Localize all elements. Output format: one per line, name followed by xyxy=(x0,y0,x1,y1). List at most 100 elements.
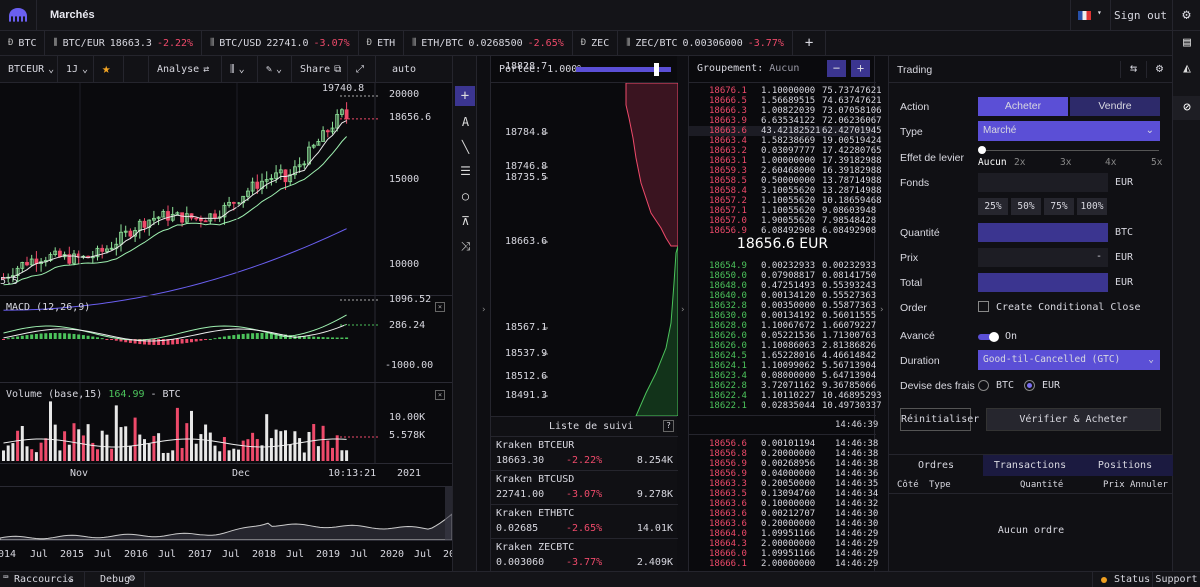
collapse-arrow-icon[interactable]: › xyxy=(680,305,685,315)
funds-input[interactable] xyxy=(978,173,1108,192)
quantity-input[interactable] xyxy=(978,223,1108,242)
ask-row[interactable]: 18666.3 1.00822039 73.07058106 xyxy=(689,106,882,116)
ask-row[interactable]: 18663.9 6.63534122 72.06236067 xyxy=(689,116,882,126)
fullscreen-icon[interactable]: ⤢ xyxy=(348,55,376,83)
leverage-slider[interactable] xyxy=(981,150,1159,151)
sign-out-button[interactable]: Sign out xyxy=(1110,0,1170,31)
fib-tool-icon[interactable]: ⊼ xyxy=(453,214,478,228)
circle-tool-icon[interactable]: ○ xyxy=(453,189,478,203)
watchlist-item[interactable]: Kraken ZECBTC 0.003060 -3.77% 2.409K xyxy=(491,539,678,573)
plus-icon[interactable]: + xyxy=(455,86,475,106)
bid-row[interactable]: 18632.8 0.00350000 0.55877363 xyxy=(689,301,876,311)
bid-row[interactable]: 18648.0 0.47251493 0.55393243 xyxy=(689,281,876,291)
ticker-item[interactable]: Ð ETH xyxy=(359,30,405,56)
minus-icon[interactable]: − xyxy=(827,60,846,77)
close-icon[interactable]: × xyxy=(435,390,445,400)
slider-handle[interactable] xyxy=(654,63,659,76)
navigator-area[interactable] xyxy=(0,513,452,541)
bid-row[interactable]: 18622.4 1.10110227 10.46895293 xyxy=(689,391,882,401)
ticker-item[interactable]: ⫼ ZEC/BTC 0.00306000 -3.77% xyxy=(618,30,793,56)
ask-row[interactable]: 18663.6 43.42182521 62.42701945 xyxy=(689,126,882,136)
leverage-tick[interactable]: 3x xyxy=(1060,157,1071,168)
ask-row[interactable]: 18658.4 3.10055620 13.28714988 xyxy=(689,186,882,196)
chart-canvas[interactable] xyxy=(0,83,452,571)
bid-row[interactable]: 18640.0 0.00134120 0.55527363 xyxy=(689,291,876,301)
measure-tool-icon[interactable]: ⤨ xyxy=(453,239,478,254)
sell-button[interactable]: Vendre xyxy=(1070,97,1160,116)
bid-row[interactable]: 18650.0 0.07908817 0.08141750 xyxy=(689,271,876,281)
gear-icon[interactable]: ⚙ xyxy=(1172,0,1200,31)
ticker-item[interactable]: Ð BTC xyxy=(0,30,46,56)
duration-select[interactable]: Good-til-Cancelled (GTC) ⌄ xyxy=(978,350,1160,370)
scale-mode-button[interactable]: auto xyxy=(376,56,432,83)
ticker-item[interactable]: ⫼ BTC/USD 22741.0 -3.07% xyxy=(202,30,359,56)
fee-btc-radio[interactable] xyxy=(978,380,989,391)
debug-button[interactable]: Debug ⚙ xyxy=(85,572,145,587)
percent-button[interactable]: 100% xyxy=(1077,198,1107,215)
draw-selector[interactable]: ✎ ⌄ xyxy=(258,55,292,83)
bid-row[interactable]: 18654.9 0.00232933 0.00232933 xyxy=(689,261,876,271)
navigator-window[interactable] xyxy=(445,486,452,540)
bell-icon[interactable]: ◭ xyxy=(1173,61,1200,76)
ask-row[interactable]: 18663.1 1.00000000 17.39182988 xyxy=(689,156,882,166)
collapse-arrow-icon[interactable]: › xyxy=(481,305,486,315)
bid-row[interactable]: 18622.1 0.02835044 10.49730337 xyxy=(689,401,882,411)
tab-transactions[interactable]: Transactions xyxy=(983,455,1077,476)
leverage-tick[interactable]: Aucun xyxy=(978,157,1007,168)
analyse-button[interactable]: Analyse ⇄ xyxy=(148,55,222,83)
ask-row[interactable]: 18658.5 0.50000000 13.78714988 xyxy=(689,176,882,186)
add-ticker-icon[interactable]: + xyxy=(793,30,827,56)
star-icon[interactable]: ★ xyxy=(94,55,124,83)
close-icon[interactable]: × xyxy=(435,302,445,312)
bid-row[interactable]: 18626.0 0.05221536 1.71300763 xyxy=(689,331,876,341)
total-input[interactable] xyxy=(978,273,1108,292)
verify-buy-button[interactable]: Vérifier & Acheter xyxy=(986,408,1161,431)
bid-row[interactable]: 18622.8 3.72071162 9.36785066 xyxy=(689,381,876,391)
kraken-logo-icon[interactable] xyxy=(8,7,28,23)
ask-row[interactable]: 18657.2 1.10055620 10.18659468 xyxy=(689,196,882,206)
ticker-item[interactable]: Ð ZEC xyxy=(573,30,619,56)
pair-selector[interactable]: BTCEUR ⌄ xyxy=(0,55,58,83)
watchlist-item[interactable]: Kraken BTCUSD 22741.00 -3.07% 9.278K xyxy=(491,471,678,505)
leverage-handle[interactable] xyxy=(978,146,986,154)
ticker-item[interactable]: ⫼ ETH/BTC 0.0268500 -2.65% xyxy=(404,30,573,56)
bid-row[interactable]: 18624.5 1.65228016 4.46614842 xyxy=(689,351,876,361)
horizontal-lines-icon[interactable]: ☰ xyxy=(453,164,478,178)
status-button[interactable]: Status xyxy=(1092,572,1152,587)
ask-row[interactable]: 18663.4 1.58238669 19.00519424 xyxy=(689,136,882,146)
shortcuts-button[interactable]: ⌨ Raccourcis ⌄ xyxy=(0,572,85,587)
bid-row[interactable]: 18623.4 0.08000000 5.64713904 xyxy=(689,371,876,381)
ask-row[interactable]: 18659.3 2.60468000 16.39182988 xyxy=(689,166,882,176)
leverage-tick[interactable]: 5x xyxy=(1151,157,1162,168)
ask-row[interactable]: 18676.1 1.10000000 75.73747621 xyxy=(689,86,882,96)
conditional-close-checkbox[interactable] xyxy=(978,301,989,312)
ticker-item[interactable]: ⫼ BTC/EUR 18663.3 -2.22% xyxy=(45,30,203,56)
range-slider[interactable] xyxy=(576,63,671,76)
leverage-tick[interactable]: 4x xyxy=(1105,157,1116,168)
bid-row[interactable]: 18628.0 1.10067672 1.66079227 xyxy=(689,321,876,331)
buy-button[interactable]: Acheter xyxy=(978,97,1068,116)
percent-button[interactable]: 75% xyxy=(1044,198,1074,215)
line-tool-icon[interactable]: ╲ xyxy=(453,140,478,154)
clipboard-icon[interactable]: ▤ xyxy=(1173,35,1200,50)
gear-icon[interactable]: ⚙ xyxy=(1146,61,1172,78)
percent-button[interactable]: 25% xyxy=(978,198,1008,215)
reset-button[interactable]: Réinitialiser xyxy=(900,408,979,431)
bid-row[interactable]: 18624.1 1.10099062 5.56713904 xyxy=(689,361,876,371)
candle-type-selector[interactable]: ⫼ ⌄ xyxy=(222,55,258,83)
price-input[interactable]: - xyxy=(978,248,1108,267)
ask-row[interactable]: 18656.9 6.08492908 6.08492908 xyxy=(689,226,876,236)
ask-row[interactable]: 18657.0 1.90055620 7.98548428 xyxy=(689,216,876,226)
price-chart[interactable]: 20000 18656.6 15000 10000 19740.8 5.5 MA… xyxy=(0,83,455,571)
text-tool-icon[interactable]: A xyxy=(453,115,478,129)
percent-button[interactable]: 50% xyxy=(1011,198,1041,215)
plus-icon[interactable]: + xyxy=(851,60,870,77)
tab-positions[interactable]: Positions xyxy=(1077,455,1173,476)
popout-icon[interactable]: ⇆ xyxy=(1120,61,1146,78)
ask-row[interactable]: 18663.2 0.03097777 17.42280765 xyxy=(689,146,882,156)
support-button[interactable]: Support xyxy=(1152,572,1200,587)
language-selector[interactable]: ▾ xyxy=(1070,0,1110,31)
watchlist-item[interactable]: Kraken ETHBTC 0.02685 -2.65% 14.01K xyxy=(491,505,678,539)
fee-eur-radio[interactable] xyxy=(1024,380,1035,391)
ask-row[interactable]: 18666.5 1.56689515 74.63747621 xyxy=(689,96,882,106)
